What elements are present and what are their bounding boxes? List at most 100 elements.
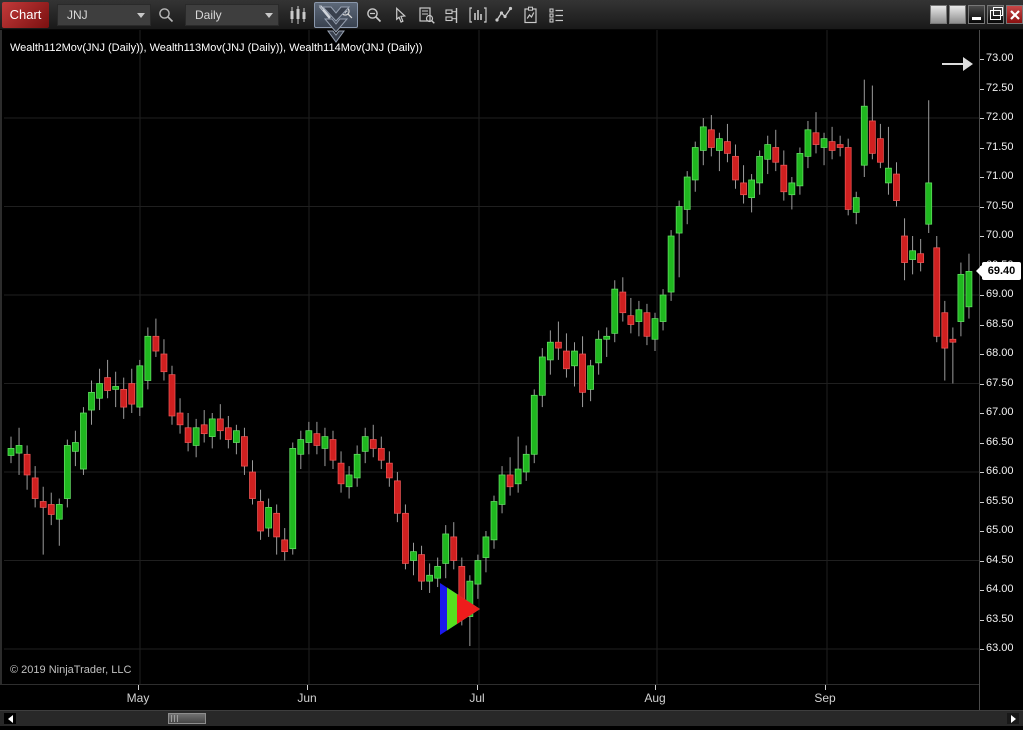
minimize-icon — [972, 17, 981, 20]
data-box-button[interactable] — [414, 2, 438, 28]
tab-chart[interactable]: Chart — [2, 2, 49, 28]
price-axis-label: 63.50 — [986, 613, 1014, 625]
strategy-clipboard-button[interactable] — [518, 2, 542, 28]
close-button[interactable] — [1006, 5, 1023, 24]
price-axis-label: 71.00 — [986, 170, 1014, 182]
price-axis-label: 67.50 — [986, 377, 1014, 389]
price-tick — [980, 354, 984, 355]
properties-button[interactable] — [544, 2, 568, 28]
price-tick — [980, 177, 984, 178]
price-axis-label: 73.00 — [986, 52, 1014, 64]
window-button-blank-1[interactable] — [930, 5, 947, 24]
month-label: Aug — [635, 691, 675, 705]
price-axis-label: 68.50 — [986, 318, 1014, 330]
price-axis-label: 66.50 — [986, 436, 1014, 448]
price-tick — [980, 413, 984, 414]
price-tick — [980, 207, 984, 208]
price-tick — [980, 649, 984, 650]
month-tick — [138, 685, 139, 690]
scroll-left-arrow-icon — [8, 715, 13, 723]
price-tick — [980, 531, 984, 532]
month-tick — [477, 685, 478, 690]
instrument-search-button[interactable] — [154, 2, 178, 28]
month-tick — [655, 685, 656, 690]
restore-icon — [990, 10, 1001, 20]
price-tick — [980, 561, 984, 562]
month-label: Jul — [457, 691, 497, 705]
price-axis-label: 66.00 — [986, 465, 1014, 477]
copyright-label: © 2019 NinjaTrader, LLC — [10, 664, 131, 676]
price-axis-label: 72.00 — [986, 111, 1014, 123]
time-axis[interactable]: May Jun Jul Aug Sep — [0, 684, 979, 710]
drawing-tools-icon — [494, 5, 514, 25]
month-tick — [825, 685, 826, 690]
chevron-down-icon — [265, 13, 273, 18]
price-axis-label: 70.00 — [986, 229, 1014, 241]
restore-button[interactable] — [987, 5, 1004, 24]
price-axis-label: 67.00 — [986, 406, 1014, 418]
price-tick — [980, 118, 984, 119]
price-tick — [980, 384, 984, 385]
price-tick — [980, 502, 984, 503]
price-axis-label: 63.00 — [986, 642, 1014, 654]
last-price-tag: 69.40 — [982, 262, 1021, 280]
horizontal-scrollbar[interactable] — [0, 710, 1023, 726]
strategy-clipboard-icon — [521, 6, 540, 25]
toolbar: Chart JNJ Daily — [0, 0, 1023, 30]
region-bars-icon — [468, 5, 488, 25]
month-tick — [307, 685, 308, 690]
data-box-icon — [417, 6, 436, 25]
chevron-down-icon — [137, 13, 145, 18]
scroll-right-arrow-icon — [1011, 715, 1016, 723]
price-tick — [980, 590, 984, 591]
price-tick — [980, 59, 984, 60]
scroll-right-button[interactable] — [1007, 713, 1019, 724]
search-icon — [157, 6, 175, 24]
price-axis-label: 64.50 — [986, 554, 1014, 566]
chart-region: Wealth112Mov(JNJ (Daily)), Wealth113Mov(… — [0, 30, 979, 684]
month-label: Sep — [805, 691, 845, 705]
region-bars-button[interactable] — [466, 2, 490, 28]
drawing-tools-button[interactable] — [492, 2, 516, 28]
candlestick-style-icon — [288, 5, 308, 25]
zoom-out-icon — [365, 6, 383, 24]
price-tick — [980, 295, 984, 296]
properties-list-icon — [547, 6, 566, 25]
chart-trader-button[interactable] — [440, 2, 464, 28]
interval-dropdown[interactable]: Daily — [185, 4, 279, 26]
scroll-left-button[interactable] — [4, 713, 16, 724]
interval-value: Daily — [195, 8, 222, 22]
price-tick — [980, 472, 984, 473]
pointer-button[interactable] — [388, 2, 412, 28]
price-tick — [980, 620, 984, 621]
zoom-in-button[interactable] — [314, 2, 358, 28]
price-tick — [980, 89, 984, 90]
price-axis[interactable]: 73.0072.5072.0071.5071.0070.5070.0069.50… — [979, 30, 1023, 710]
price-tick — [980, 236, 984, 237]
zoom-in-icon — [339, 5, 354, 20]
minimize-button[interactable] — [968, 5, 985, 24]
price-axis-label: 69.00 — [986, 288, 1014, 300]
chart-canvas[interactable] — [2, 30, 981, 684]
chart-style-button[interactable] — [286, 2, 310, 28]
price-tick — [980, 148, 984, 149]
window-button-blank-2[interactable] — [949, 5, 966, 24]
price-axis-label: 65.50 — [986, 495, 1014, 507]
cursor-pointer-icon — [392, 7, 409, 24]
price-axis-label: 64.00 — [986, 583, 1014, 595]
go-to-latest-arrow-icon[interactable] — [938, 50, 976, 78]
zoom-out-button[interactable] — [362, 2, 386, 28]
close-icon — [1010, 10, 1020, 20]
price-axis-label: 65.00 — [986, 524, 1014, 536]
indicator-label: Wealth112Mov(JNJ (Daily)), Wealth113Mov(… — [10, 42, 423, 54]
price-tick — [980, 443, 984, 444]
instrument-value: JNJ — [67, 8, 88, 22]
month-label: May — [118, 691, 158, 705]
month-label: Jun — [287, 691, 327, 705]
scrollbar-thumb[interactable] — [168, 713, 206, 724]
instrument-dropdown[interactable]: JNJ — [57, 4, 151, 26]
price-axis-label: 71.50 — [986, 141, 1014, 153]
price-axis-label: 72.50 — [986, 82, 1014, 94]
price-tick — [980, 325, 984, 326]
chart-trader-icon — [443, 6, 462, 25]
